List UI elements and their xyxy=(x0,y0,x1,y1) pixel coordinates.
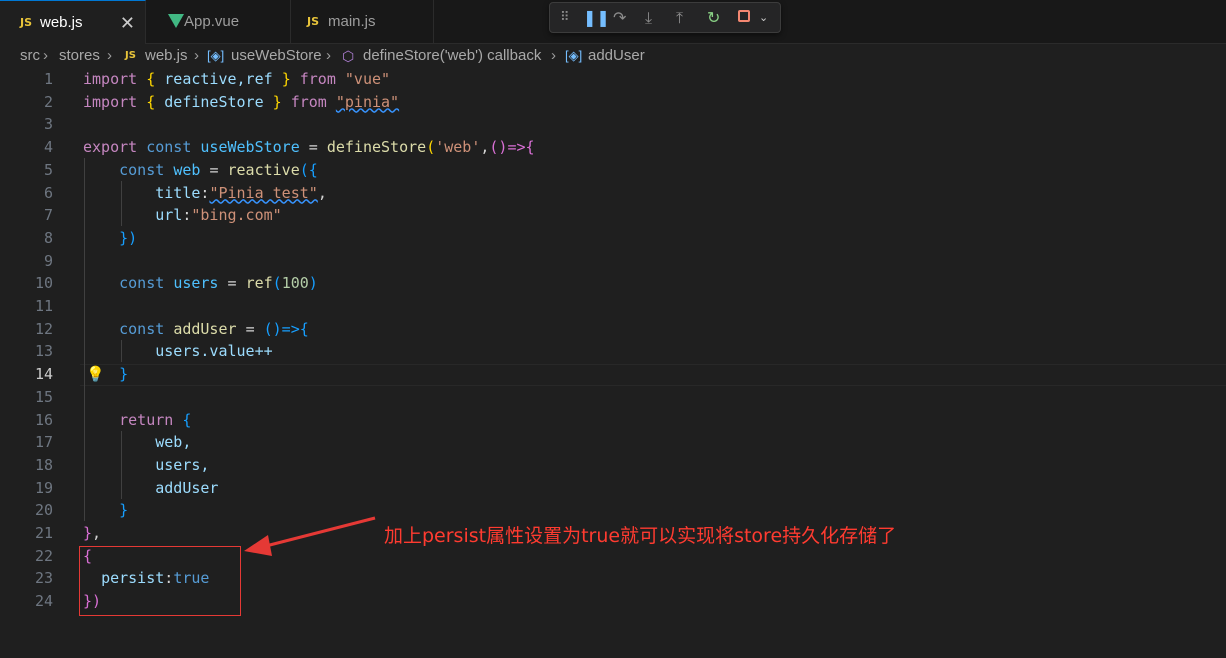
annotation-text: 加上persist属性设置为true就可以实现将store持久化存储了 xyxy=(384,525,897,547)
annotation-arrow xyxy=(244,516,376,556)
